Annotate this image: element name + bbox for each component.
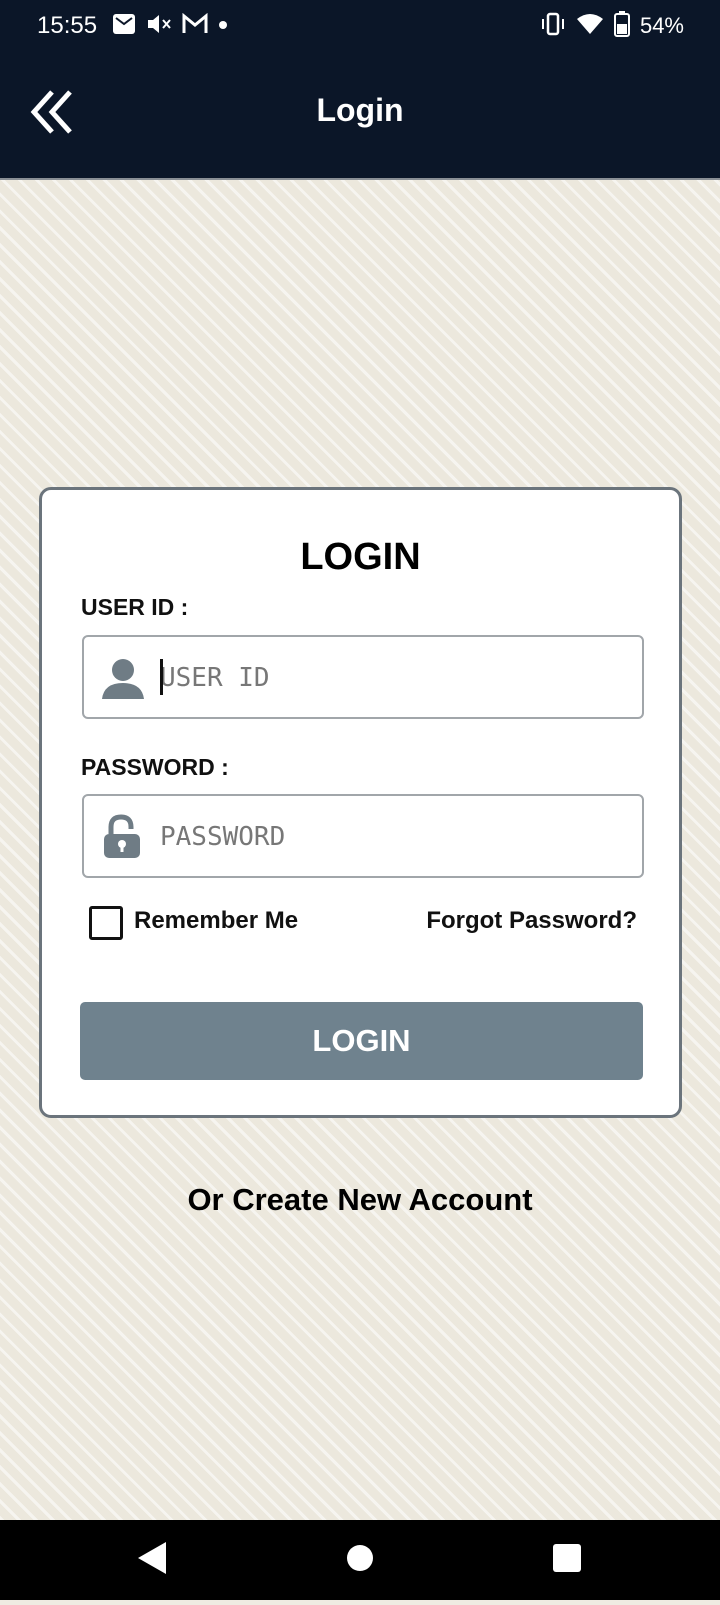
forgot-password-link[interactable]: Forgot Password? [426, 907, 637, 935]
nav-back-button[interactable] [112, 1520, 192, 1600]
mail-icon [112, 12, 136, 41]
create-account-link[interactable]: Or Create New Account [0, 1182, 720, 1218]
wifi-icon [576, 12, 604, 41]
user-id-label: USER ID : [81, 594, 189, 620]
user-id-field[interactable] [82, 635, 644, 719]
password-label: PASSWORD : [81, 754, 229, 780]
gmail-icon [182, 12, 208, 40]
card-title: LOGIN [300, 536, 421, 578]
nav-back-icon [112, 1542, 192, 1604]
app-bar: Login [0, 52, 720, 180]
dot-icon [218, 17, 228, 35]
unlock-icon [100, 814, 146, 860]
mute-icon [146, 12, 172, 41]
remember-me-checkbox[interactable] [89, 906, 123, 940]
nav-recents-icon [527, 1544, 607, 1604]
text-cursor [160, 659, 163, 695]
user-id-input[interactable] [158, 637, 632, 719]
remember-me-label[interactable]: Remember Me [134, 907, 298, 935]
user-icon [100, 655, 146, 701]
nav-home-icon [320, 1545, 400, 1604]
password-field[interactable] [82, 794, 644, 878]
login-button[interactable]: LOGIN [80, 1002, 643, 1080]
nav-home-button[interactable] [320, 1520, 400, 1600]
status-system-icons: 54% [540, 10, 684, 42]
battery-icon [613, 10, 630, 42]
status-bar: 15:55 54% [0, 0, 720, 52]
vibrate-icon [540, 12, 566, 41]
battery-percentage: 54% [639, 13, 684, 38]
nav-recents-button[interactable] [527, 1520, 607, 1600]
double-chevron-left-icon [24, 90, 80, 144]
page-title: Login [316, 92, 404, 128]
system-nav-bar [0, 1520, 720, 1600]
status-notification-icons [112, 12, 228, 40]
password-input[interactable] [158, 796, 632, 878]
login-card: LOGIN USER ID : PASSWORD : Remember Me F… [39, 487, 682, 1118]
status-time: 15:55 [37, 12, 98, 39]
